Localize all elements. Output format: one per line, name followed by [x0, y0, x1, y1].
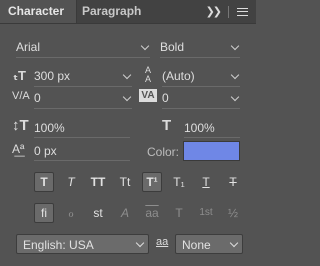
tracking-value: 0 [162, 91, 169, 105]
antialias-icon: aa [156, 236, 169, 248]
font-style-value: Bold [160, 40, 185, 54]
baseline-shift-input[interactable]: 0 px [34, 142, 130, 161]
character-panel: Character Paragraph ❯❯ Arial Bold ₜT 300… [0, 0, 256, 266]
font-family-value: Arial [16, 40, 41, 54]
standard-ligatures-button[interactable]: fi [34, 203, 54, 223]
kerning-select[interactable]: 0 [34, 88, 132, 109]
header-divider [228, 5, 229, 18]
chevron-down-icon [228, 235, 238, 253]
horizontal-scale-icon: T [162, 117, 172, 134]
language-select[interactable]: English: USA [16, 234, 149, 254]
panel-tab-bar: Character Paragraph ❯❯ [0, 0, 256, 24]
titling-alternates-button[interactable]: T [169, 203, 189, 223]
chevron-down-icon [230, 66, 240, 86]
type-style-buttons: T T TT Tt T¹ T₁ T T [34, 172, 243, 194]
underline-button[interactable]: T [196, 172, 216, 192]
fractions-button[interactable]: ½ [223, 203, 243, 223]
panel-header-controls: ❯❯ [206, 0, 248, 23]
chevron-down-icon [230, 88, 240, 108]
chevron-down-icon [122, 88, 132, 108]
font-size-select[interactable]: 300 px [34, 66, 132, 87]
leading-value: (Auto) [162, 69, 195, 83]
chevron-down-icon [134, 235, 144, 253]
chevron-down-icon [230, 37, 240, 57]
chevron-down-icon [122, 66, 132, 86]
tab-character[interactable]: Character [0, 0, 77, 23]
tracking-select[interactable]: 0 [162, 88, 240, 109]
antialias-value: None [182, 238, 211, 252]
font-style-select[interactable]: Bold [160, 37, 240, 58]
color-swatch[interactable] [183, 141, 240, 161]
opentype-buttons: fi ℴ st A aa T 1st ½ [34, 203, 243, 225]
ordinals-button[interactable]: 1st [196, 203, 216, 223]
faux-italic-button[interactable]: T [61, 172, 81, 192]
contextual-alternates-button[interactable]: ℴ [61, 203, 81, 223]
leading-select[interactable]: (Auto) [162, 66, 240, 87]
stylistic-alternates-button[interactable]: aa [142, 203, 162, 223]
discretionary-ligatures-button[interactable]: st [88, 203, 108, 223]
chevron-down-icon [140, 37, 150, 57]
font-size-icon: ₜT [13, 68, 26, 83]
vertical-scale-icon: ↕T [12, 117, 29, 134]
strikethrough-button[interactable]: T [223, 172, 243, 192]
horizontal-scale-input[interactable]: 100% [184, 119, 240, 138]
double-chevron-right-icon[interactable]: ❯❯ [206, 5, 223, 18]
kerning-icon: V/A [12, 90, 30, 102]
font-family-select[interactable]: Arial [16, 37, 150, 58]
swash-button[interactable]: A [115, 203, 135, 223]
color-label: Color: [147, 145, 180, 159]
leading-icon: AA [144, 65, 151, 84]
baseline-shift-icon: A͟ª [12, 142, 25, 156]
vertical-scale-input[interactable]: 100% [34, 119, 130, 138]
tracking-icon: VA [139, 89, 157, 102]
kerning-value: 0 [34, 91, 41, 105]
superscript-button[interactable]: T¹ [142, 172, 162, 192]
language-value: English: USA [23, 238, 94, 252]
all-caps-button[interactable]: TT [88, 172, 108, 192]
subscript-button[interactable]: T₁ [169, 172, 189, 192]
font-size-value: 300 px [34, 69, 71, 83]
faux-bold-button[interactable]: T [34, 172, 54, 192]
tab-paragraph[interactable]: Paragraph [74, 0, 149, 23]
hamburger-icon[interactable] [237, 7, 248, 16]
antialias-select[interactable]: None [175, 234, 243, 254]
small-caps-button[interactable]: Tt [115, 172, 135, 192]
